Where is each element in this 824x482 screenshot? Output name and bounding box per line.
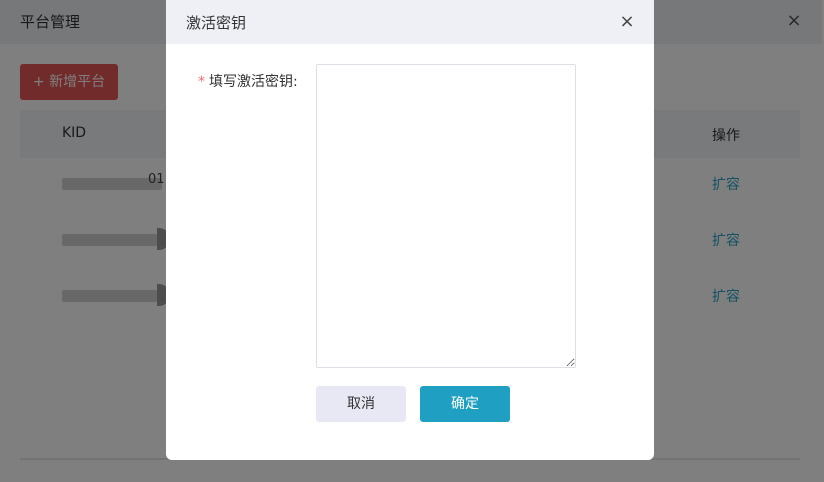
dialog-title: 激活密钥: [186, 14, 247, 32]
required-mark: *: [198, 74, 205, 90]
confirm-button[interactable]: 确定: [420, 386, 510, 422]
cancel-button[interactable]: 取消: [316, 386, 406, 422]
activation-key-dialog: 激活密钥 × * 填写激活密钥: 取消 确定: [166, 0, 654, 460]
activation-key-label: * 填写激活密钥:: [198, 71, 298, 91]
close-icon[interactable]: ×: [618, 12, 636, 32]
activation-key-label-text: 填写激活密钥:: [209, 74, 298, 90]
activation-key-textarea[interactable]: [316, 64, 576, 368]
dialog-header: 激活密钥 ×: [166, 0, 654, 44]
